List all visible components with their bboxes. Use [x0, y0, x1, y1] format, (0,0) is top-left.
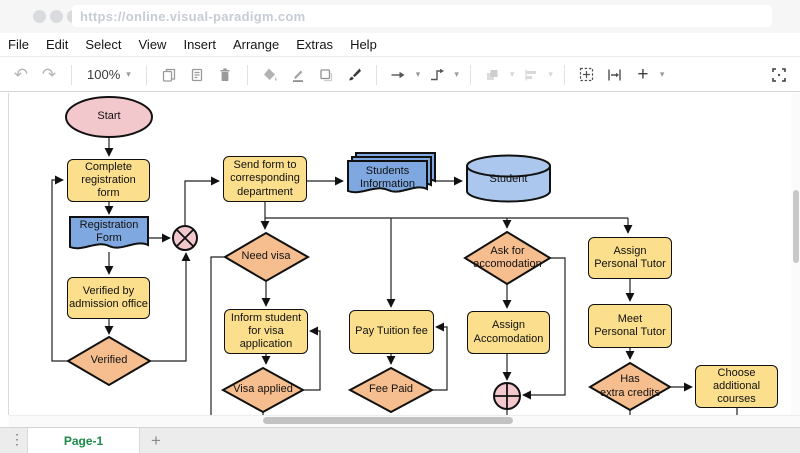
node-verified-shape[interactable]	[66, 335, 152, 387]
node-label: Send form to corresponding department	[230, 159, 300, 198]
node-meet-personal-tutor[interactable]: Meet Personal Tutor	[588, 304, 672, 348]
vertical-scrollbar-thumb[interactable]	[793, 190, 799, 263]
node-has-extra-credits-shape[interactable]	[588, 361, 672, 412]
node-label: Pay Tuition fee	[355, 325, 428, 338]
node-inform-student[interactable]: Inform student for visa application	[224, 309, 308, 354]
node-choose-courses[interactable]: Choose additional courses	[695, 365, 778, 408]
node-label: Complete registration form	[81, 160, 136, 200]
app-window: https://online.visual-paradigm.com File …	[0, 0, 800, 453]
connector[interactable]	[210, 256, 225, 415]
node-students-information-shape[interactable]	[347, 160, 428, 194]
node-assign-personal-tutor[interactable]: Assign Personal Tutor	[588, 237, 672, 279]
node-ask-accomodation-shape[interactable]	[463, 230, 552, 286]
node-registration-form-shape[interactable]	[69, 216, 149, 250]
node-assign-accomodation[interactable]: Assign Accomodation	[467, 311, 550, 354]
node-need-visa-shape[interactable]	[223, 231, 311, 283]
node-verified-by[interactable]: Verified by admission office	[67, 277, 150, 319]
node-label: Assign Accomodation	[473, 319, 544, 345]
node-label: Inform student for visa application	[230, 311, 302, 351]
connector[interactable]	[150, 252, 191, 362]
node-label: Verified by admission office	[69, 284, 148, 310]
connector[interactable]	[184, 176, 220, 225]
node-label: Choose additional courses	[712, 366, 761, 406]
node-start-shape[interactable]	[65, 96, 153, 138]
node-complete-registration[interactable]: Complete registration form	[67, 159, 150, 202]
node-send-form[interactable]: Send form to corresponding department	[223, 156, 307, 202]
node-fee-paid-shape[interactable]	[347, 366, 435, 414]
node-pay-tuition[interactable]: Pay Tuition fee	[349, 310, 434, 354]
flowchart-layer	[51, 96, 738, 415]
node-student-db-top[interactable]	[466, 154, 551, 178]
horizontal-scrollbar-thumb[interactable]	[263, 417, 513, 424]
connector[interactable]	[51, 175, 68, 362]
node-label: Meet Personal Tutor	[594, 312, 666, 338]
node-visa-applied-shape[interactable]	[220, 366, 306, 414]
connector[interactable]	[432, 322, 448, 391]
node-label: Assign Personal Tutor	[594, 244, 666, 270]
